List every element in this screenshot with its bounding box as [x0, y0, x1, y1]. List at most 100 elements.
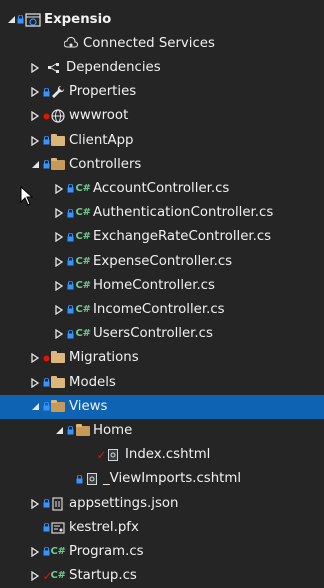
csharp-file-icon: C# — [50, 570, 66, 582]
csharp-file-icon: C# — [75, 303, 91, 315]
json-file-icon — [50, 492, 66, 516]
csharp-file-icon: C# — [75, 255, 91, 267]
expand-arrow-icon[interactable] — [52, 250, 66, 274]
expand-arrow-icon[interactable] — [28, 104, 42, 128]
tree-item[interactable]: _ViewImports.cshtml — [0, 467, 324, 491]
tree-item[interactable]: kestrel.pfx — [0, 516, 324, 540]
tree-item[interactable]: wwwroot — [0, 104, 324, 128]
lock-icon — [43, 129, 50, 153]
tree-item-label: _ViewImports.cshtml — [103, 471, 242, 487]
collapse-arrow-icon[interactable] — [28, 395, 42, 419]
folder-icon — [50, 371, 66, 395]
tree-item-label: appsettings.json — [69, 495, 179, 511]
expand-arrow-icon[interactable] — [52, 201, 66, 225]
tree-item[interactable]: Connected Services — [0, 32, 324, 56]
expand-arrow-icon[interactable] — [28, 346, 42, 370]
collapse-arrow-icon[interactable] — [28, 153, 42, 177]
expand-arrow-icon[interactable] — [28, 129, 42, 153]
tree-item[interactable]: ✓ C# Startup.cs — [0, 564, 324, 588]
tree-item[interactable]: Migrations — [0, 346, 324, 370]
folder-open-icon — [50, 395, 66, 419]
expand-arrow-icon[interactable] — [28, 492, 42, 516]
tree-item-label: Dependencies — [66, 59, 161, 75]
tree-item-label: Models — [69, 374, 116, 390]
expand-arrow-icon[interactable] — [52, 298, 66, 322]
lock-icon — [43, 516, 50, 540]
collapse-arrow-icon[interactable] — [52, 419, 66, 443]
lock-icon — [43, 371, 50, 395]
error-status-icon — [43, 346, 50, 370]
expand-arrow-icon[interactable] — [52, 322, 66, 346]
lock-icon — [67, 177, 74, 201]
connected-services-icon — [63, 32, 79, 56]
tree-item-label: Home — [93, 422, 133, 438]
certificate-icon — [50, 516, 66, 540]
folder-open-icon — [75, 419, 91, 443]
tree-item[interactable]: Expensio — [0, 8, 324, 32]
tree-item-label: Views — [69, 398, 108, 414]
lock-icon — [43, 540, 50, 564]
tree-item[interactable]: C# Program.cs — [0, 540, 324, 564]
tree-item-label: ExpenseController.cs — [93, 253, 233, 269]
tree-item[interactable]: Home — [0, 419, 324, 443]
wrench-icon — [50, 80, 66, 104]
tree-item-label: kestrel.pfx — [69, 519, 139, 535]
web-project-icon — [25, 8, 41, 32]
lock-icon — [67, 419, 74, 443]
tree-item[interactable]: Models — [0, 371, 324, 395]
collapse-arrow-icon[interactable] — [4, 8, 18, 32]
lock-icon — [67, 322, 74, 346]
tree-item[interactable]: C# AccountController.cs — [0, 177, 324, 201]
tree-item[interactable]: ✓ Index.cshtml — [0, 443, 324, 467]
tree-item[interactable]: C# HomeController.cs — [0, 274, 324, 298]
tree-item-label: Controllers — [69, 156, 142, 172]
tree-item[interactable]: C# IncomeController.cs — [0, 298, 324, 322]
expand-arrow-icon[interactable] — [28, 371, 42, 395]
tree-item-label: Migrations — [69, 350, 139, 366]
expand-arrow-icon[interactable] — [52, 177, 66, 201]
lock-icon — [76, 467, 83, 491]
expand-arrow-icon[interactable] — [28, 564, 42, 588]
folder-open-icon — [50, 153, 66, 177]
csharp-file-icon: C# — [75, 182, 91, 194]
lock-icon — [43, 395, 50, 419]
folder-icon — [50, 346, 66, 370]
lock-icon — [67, 250, 74, 274]
tree-item[interactable]: Properties — [0, 80, 324, 104]
tree-item[interactable]: ClientApp — [0, 129, 324, 153]
csharp-file-icon: C# — [50, 545, 66, 557]
expand-arrow-icon[interactable] — [28, 80, 42, 104]
tree-item-label: HomeController.cs — [93, 277, 215, 293]
lock-icon — [67, 298, 74, 322]
expand-arrow-icon[interactable] — [52, 274, 66, 298]
globe-icon — [50, 104, 66, 128]
expand-arrow-icon[interactable] — [28, 56, 42, 80]
tree-item[interactable]: appsettings.json — [0, 492, 324, 516]
tree-item-label: AccountController.cs — [93, 180, 230, 196]
lock-icon — [43, 153, 50, 177]
lock-icon — [67, 201, 74, 225]
lock-icon — [67, 225, 74, 249]
error-status-icon — [43, 104, 50, 128]
tree-item-label: Expensio — [44, 11, 112, 27]
tree-item[interactable]: Views — [0, 394, 324, 419]
csharp-file-icon: C# — [75, 279, 91, 291]
tree-item[interactable]: Dependencies — [0, 56, 324, 80]
lock-icon — [17, 8, 24, 32]
expand-arrow-icon[interactable] — [52, 225, 66, 249]
tree-item[interactable]: C# UsersController.cs — [0, 322, 324, 346]
lock-icon — [43, 80, 50, 104]
razor-file-icon — [84, 467, 100, 491]
tree-item[interactable]: Controllers — [0, 153, 324, 177]
tree-item[interactable]: C# ExchangeRateController.cs — [0, 225, 324, 249]
tree-item-label: ExchangeRateController.cs — [93, 229, 272, 245]
csharp-file-icon: C# — [75, 231, 91, 243]
tree-item-label: IncomeController.cs — [93, 301, 225, 317]
tree-item[interactable]: C# ExpenseController.cs — [0, 250, 324, 274]
tree-item[interactable]: C# AuthenticationController.cs — [0, 201, 324, 225]
tree-item-label: ClientApp — [69, 132, 134, 148]
tree-item-label: Connected Services — [83, 35, 215, 51]
tree-item-label: wwwroot — [69, 108, 129, 124]
expand-arrow-icon[interactable] — [28, 540, 42, 564]
tree-item-label: AuthenticationController.cs — [93, 205, 274, 221]
